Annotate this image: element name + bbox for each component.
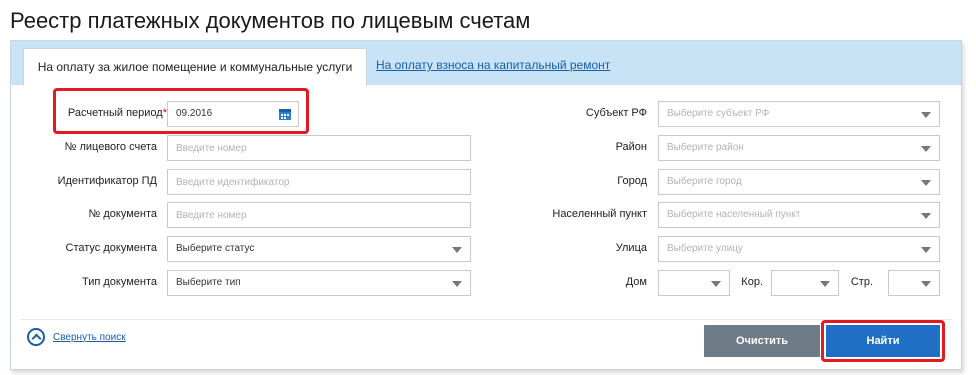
street-label: Улица — [615, 242, 647, 254]
pd-id-label: Идентификатор ПД — [57, 175, 157, 187]
corp-select[interactable] — [771, 270, 839, 296]
search-panel: На оплату за жилое помещение и коммуналь… — [10, 40, 962, 370]
chevron-down-icon — [921, 112, 931, 118]
locality-select[interactable]: Выберите населенный пункт — [658, 202, 940, 228]
doc-num-input[interactable] — [167, 202, 471, 228]
subject-select[interactable]: Выберите субъект РФ — [658, 101, 940, 127]
tab-housing-utilities[interactable]: На оплату за жилое помещение и коммуналь… — [23, 48, 367, 86]
house-label: Дом — [625, 276, 647, 288]
house-select[interactable] — [658, 270, 730, 296]
page-title: Реестр платежных документов по лицевым с… — [10, 8, 531, 33]
clear-button[interactable]: Очистить — [704, 325, 820, 357]
account-input[interactable] — [167, 135, 471, 161]
subject-label: Субъект РФ — [585, 107, 647, 119]
chevron-down-icon — [820, 281, 830, 287]
chevron-down-icon — [921, 213, 931, 219]
tab-bar: На оплату за жилое помещение и коммуналь… — [11, 41, 961, 86]
chevron-down-icon — [452, 281, 462, 287]
chevron-down-icon — [921, 247, 931, 253]
find-highlight — [821, 320, 945, 362]
doc-status-label: Статус документа — [65, 242, 157, 254]
city-label: Город — [617, 175, 647, 187]
period-highlight — [53, 88, 309, 134]
district-select[interactable]: Выберите район — [658, 135, 940, 161]
locality-label: Населенный пункт — [552, 208, 647, 220]
chevron-down-icon — [921, 146, 931, 152]
chevron-down-icon — [921, 180, 931, 186]
building-select[interactable] — [888, 270, 940, 296]
tab-capital-repair[interactable]: На оплату взноса на капитальный ремонт — [376, 58, 610, 72]
building-label: Стр. — [850, 276, 873, 288]
doc-status-select[interactable]: Выберите статус — [167, 236, 471, 262]
city-select[interactable]: Выберите город — [658, 169, 940, 195]
district-label: Район — [615, 141, 647, 153]
account-label: № лицевого счета — [64, 141, 157, 153]
chevron-down-icon — [921, 281, 931, 287]
pd-id-input[interactable] — [167, 169, 471, 195]
chevron-down-icon — [711, 281, 721, 287]
chevron-up-circle-icon — [27, 328, 45, 346]
street-select[interactable]: Выберите улицу — [658, 236, 940, 262]
doc-type-label: Тип документа — [81, 276, 157, 288]
collapse-search-label: Свернуть поиск — [53, 331, 126, 343]
doc-type-select[interactable]: Выберите тип — [167, 270, 471, 296]
collapse-search-link[interactable]: Свернуть поиск — [27, 328, 126, 346]
divider — [21, 319, 951, 320]
doc-num-label: № документа — [88, 208, 158, 220]
chevron-down-icon — [452, 247, 462, 253]
corp-label: Кор. — [741, 276, 763, 288]
